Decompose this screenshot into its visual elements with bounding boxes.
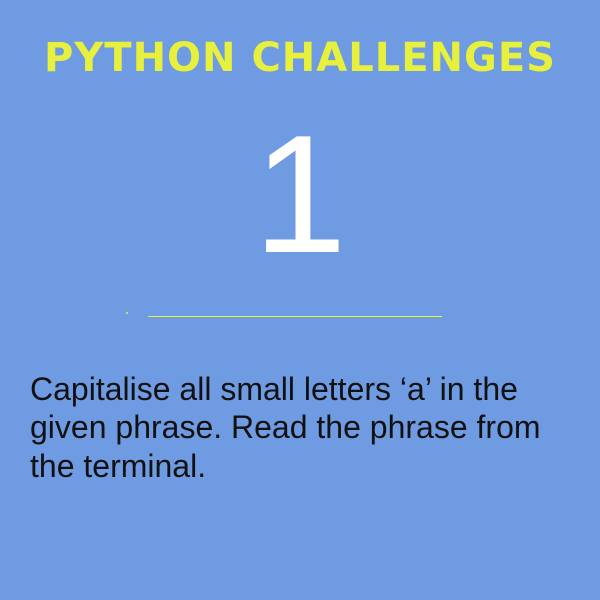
divider-line xyxy=(148,316,442,317)
challenge-number: 1 xyxy=(253,100,347,288)
challenge-title: PYTHON CHALLENGES xyxy=(44,35,556,81)
challenge-card: PYTHON CHALLENGES 1 Capitalise all small… xyxy=(0,0,600,600)
decorative-dot xyxy=(126,312,128,314)
challenge-prompt: Capitalise all small letters ‘a’ in the … xyxy=(30,371,541,484)
